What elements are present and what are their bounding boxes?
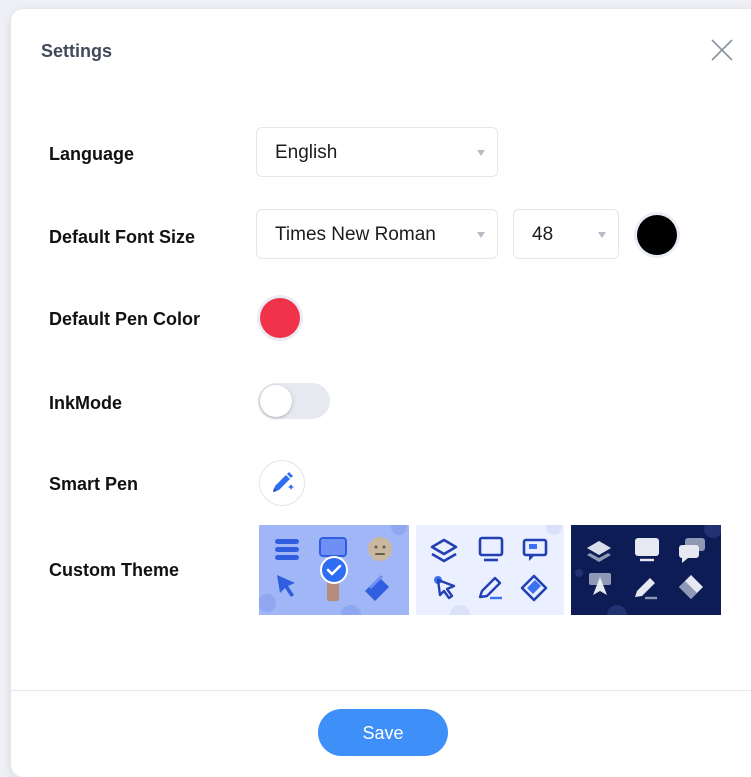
- dialog-title: Settings: [41, 41, 113, 61]
- font-color-swatch[interactable]: [634, 212, 680, 258]
- smart-pen-button[interactable]: [259, 460, 305, 506]
- close-icon: [711, 39, 733, 61]
- language-select[interactable]: English: [256, 127, 498, 177]
- smart-pen-label: Smart Pen: [49, 474, 139, 494]
- settings-dialog: Settings Language English Default Font S…: [11, 9, 751, 777]
- language-value: English: [275, 142, 338, 163]
- theme-option-light[interactable]: [416, 525, 564, 615]
- toggle-knob: [260, 385, 292, 417]
- font-family-value: Times New Roman: [275, 224, 436, 245]
- chevron-down-icon: [598, 232, 606, 238]
- chevron-down-icon: [477, 150, 485, 156]
- theme-navy-preview: [575, 525, 721, 615]
- theme-option-blue[interactable]: [259, 525, 409, 615]
- pen-sparkle-icon: [273, 472, 294, 492]
- inkmode-label: InkMode: [49, 393, 123, 413]
- theme-option-navy[interactable]: [571, 525, 721, 615]
- footer-divider: [11, 690, 751, 691]
- custom-theme-label: Custom Theme: [49, 560, 180, 580]
- pen-color-fill: [260, 298, 300, 338]
- theme-light-preview: [430, 525, 562, 615]
- pen-color-swatch[interactable]: [257, 295, 303, 341]
- font-size-select[interactable]: 48: [513, 209, 619, 259]
- save-button[interactable]: Save: [318, 709, 448, 756]
- language-label: Language: [49, 144, 135, 164]
- font-family-select[interactable]: Times New Roman: [256, 209, 498, 259]
- inkmode-toggle[interactable]: [258, 383, 330, 419]
- chevron-down-icon: [477, 232, 485, 238]
- font-color-fill: [637, 215, 677, 255]
- save-button-label: Save: [362, 723, 404, 743]
- font-size-label: Default Font Size: [49, 227, 196, 247]
- font-size-value: 48: [532, 224, 554, 245]
- close-button[interactable]: [709, 37, 735, 63]
- pen-color-label: Default Pen Color: [49, 309, 201, 329]
- theme-blue-preview: [259, 525, 407, 615]
